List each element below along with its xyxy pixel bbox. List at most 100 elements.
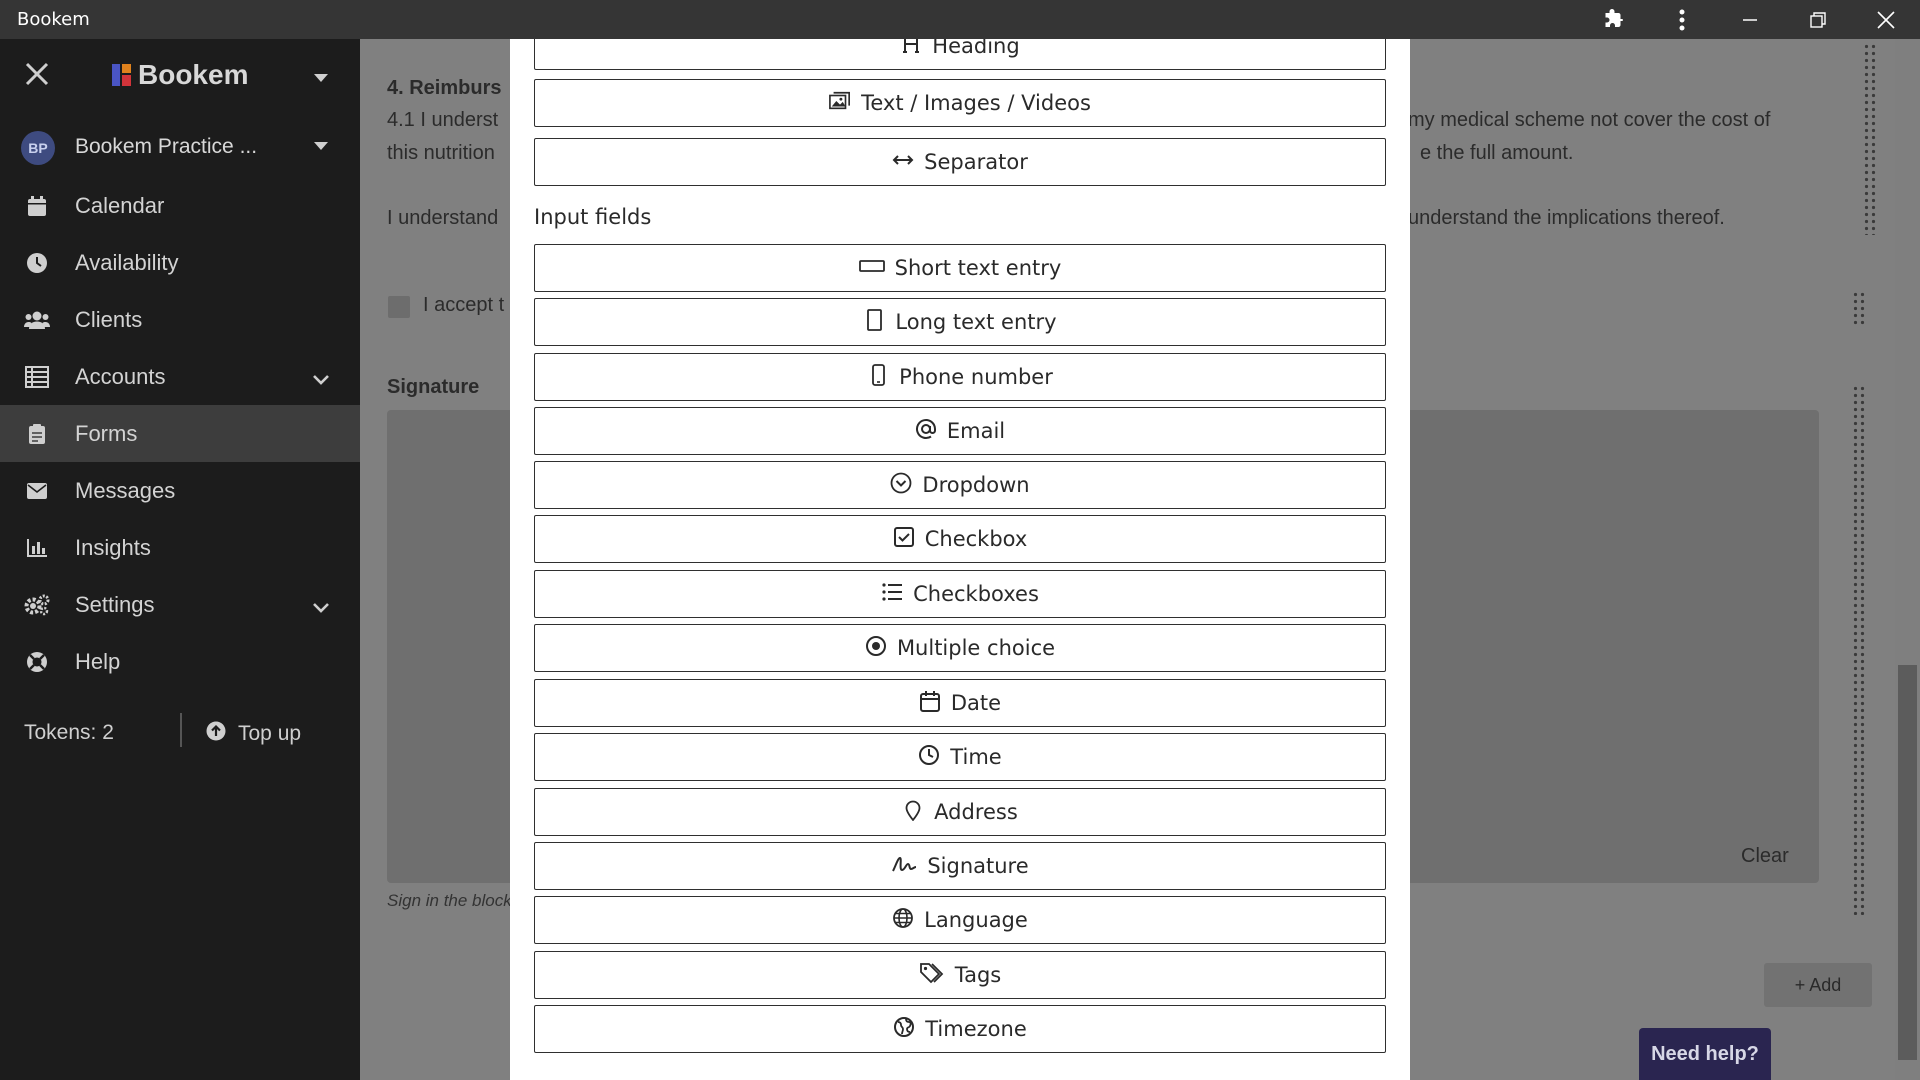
images-icon [829, 90, 851, 117]
sidebar: Bookem BP Bookem Practice ... Calendar A… [0, 39, 360, 1080]
tags-button[interactable]: Tags [534, 951, 1386, 999]
sidebar-item-availability[interactable]: Availability [0, 234, 360, 291]
tokens-bar: Tokens: 2 Top up [0, 709, 360, 757]
top-up-button[interactable]: Top up [206, 721, 301, 747]
signature-button[interactable]: Signature [534, 842, 1386, 890]
drag-handle-icon[interactable] [1852, 385, 1866, 915]
window-controls [1580, 0, 1920, 39]
need-help-button[interactable]: Need help? [1639, 1028, 1771, 1080]
accept-checkbox[interactable] [388, 296, 410, 318]
sign-hint: Sign in the block [387, 891, 512, 910]
lifebuoy-icon [24, 649, 50, 675]
arrows-horizontal-icon [892, 149, 914, 176]
close-window-icon[interactable] [1852, 0, 1920, 39]
clear-signature-button[interactable]: Clear [1741, 845, 1789, 868]
separator-button[interactable]: Separator [534, 138, 1386, 186]
phone-number-button[interactable]: Phone number [534, 353, 1386, 401]
button-label: Dropdown [922, 473, 1030, 497]
button-label: Signature [927, 854, 1029, 878]
sidebar-item-calendar[interactable]: Calendar [0, 177, 360, 234]
radio-icon [865, 635, 887, 662]
paragraph-line: 4.1 I underst [387, 109, 499, 131]
phone-icon [867, 363, 889, 391]
more-options-kebab-icon[interactable] [1648, 0, 1716, 39]
at-icon [915, 418, 937, 445]
sidebar-item-label: Availability [75, 249, 179, 275]
sidebar-item-label: Clients [75, 306, 143, 332]
button-label: Short text entry [894, 256, 1062, 280]
window-title: Bookem [17, 9, 90, 30]
button-label: Address [934, 800, 1018, 824]
drag-handle-icon[interactable] [1852, 291, 1866, 327]
paragraph-line: I understand [387, 207, 499, 229]
timezone-button[interactable]: Timezone [534, 1005, 1386, 1053]
button-label: Timezone [925, 1017, 1027, 1041]
close-sidebar-icon[interactable] [22, 61, 52, 91]
button-label: Checkboxes [913, 582, 1039, 606]
brand-name: Bookem [138, 59, 249, 90]
ledger-icon [24, 364, 50, 390]
email-button[interactable]: Email [534, 407, 1386, 455]
language-button[interactable]: Language [534, 896, 1386, 944]
list-icon [881, 581, 903, 608]
sidebar-item-messages[interactable]: Messages [0, 462, 360, 519]
signature-heading: Signature [387, 376, 480, 398]
checkbox-icon [893, 526, 915, 553]
calendar-icon [919, 690, 941, 717]
avatar: BP [21, 131, 55, 165]
map-pin-icon [902, 799, 924, 826]
sidebar-item-label: Forms [75, 420, 138, 446]
button-label: Email [946, 419, 1006, 443]
short-text-entry-button[interactable]: Short text entry [534, 244, 1386, 292]
bookem-logo-icon [112, 64, 132, 86]
brand-dropdown-caret-icon[interactable] [314, 74, 328, 82]
address-button[interactable]: Address [534, 788, 1386, 836]
checkbox-button[interactable]: Checkbox [534, 515, 1386, 563]
drag-handle-icon[interactable] [1863, 43, 1877, 235]
dropdown-button[interactable]: Dropdown [534, 461, 1386, 509]
restore-icon[interactable] [1784, 0, 1852, 39]
multiple-choice-button[interactable]: Multiple choice [534, 624, 1386, 672]
time-button[interactable]: Time [534, 733, 1386, 781]
button-label: Separator [924, 150, 1028, 174]
checkboxes-button[interactable]: Checkboxes [534, 570, 1386, 618]
button-label: Time [950, 745, 1002, 769]
sidebar-item-forms[interactable]: Forms [0, 405, 360, 462]
sidebar-item-accounts[interactable]: Accounts [0, 348, 360, 405]
button-label: Heading [932, 39, 1020, 58]
button-label: Checkbox [924, 527, 1028, 551]
date-button[interactable]: Date [534, 679, 1386, 727]
text-images-videos-button[interactable]: Text / Images / Videos [534, 79, 1386, 127]
globe-americas-icon [893, 1016, 915, 1043]
long-text-entry-button[interactable]: Long text entry [534, 298, 1386, 346]
sidebar-item-settings[interactable]: Settings [0, 576, 360, 633]
button-label: Tags [954, 963, 1002, 987]
sidebar-item-help[interactable]: Help [0, 633, 360, 690]
sidebar-item-insights[interactable]: Insights [0, 519, 360, 576]
short-text-icon [858, 255, 885, 282]
chevron-down-icon[interactable] [312, 366, 330, 392]
account-dropdown-caret-icon[interactable] [314, 142, 328, 150]
tags-icon [919, 962, 945, 989]
brand-logo[interactable]: Bookem [112, 59, 248, 91]
sidebar-header: Bookem [0, 39, 360, 115]
button-label: Date [950, 691, 1002, 715]
signature-icon [891, 853, 917, 880]
sidebar-item-clients[interactable]: Clients [0, 291, 360, 348]
clipboard-icon [24, 421, 50, 447]
heading-button[interactable]: Heading [534, 39, 1386, 70]
bar-chart-icon [24, 535, 50, 561]
minimize-icon[interactable] [1716, 0, 1784, 39]
page-scrollbar-thumb[interactable] [1898, 665, 1917, 1060]
sidebar-item-label: Insights [75, 534, 151, 560]
add-field-button[interactable]: + Add [1764, 963, 1872, 1007]
button-label: Text / Images / Videos [861, 91, 1091, 115]
extensions-puzzle-icon[interactable] [1580, 0, 1648, 39]
upload-circle-icon [206, 721, 226, 747]
add-field-modal: Heading Text / Images / Videos Separator… [510, 39, 1410, 1080]
window-titlebar: Bookem [0, 0, 1920, 39]
button-label: Long text entry [895, 310, 1057, 334]
clock-icon [24, 250, 50, 276]
account-switcher[interactable]: BP Bookem Practice ... [0, 115, 360, 177]
chevron-down-icon[interactable] [312, 594, 330, 620]
